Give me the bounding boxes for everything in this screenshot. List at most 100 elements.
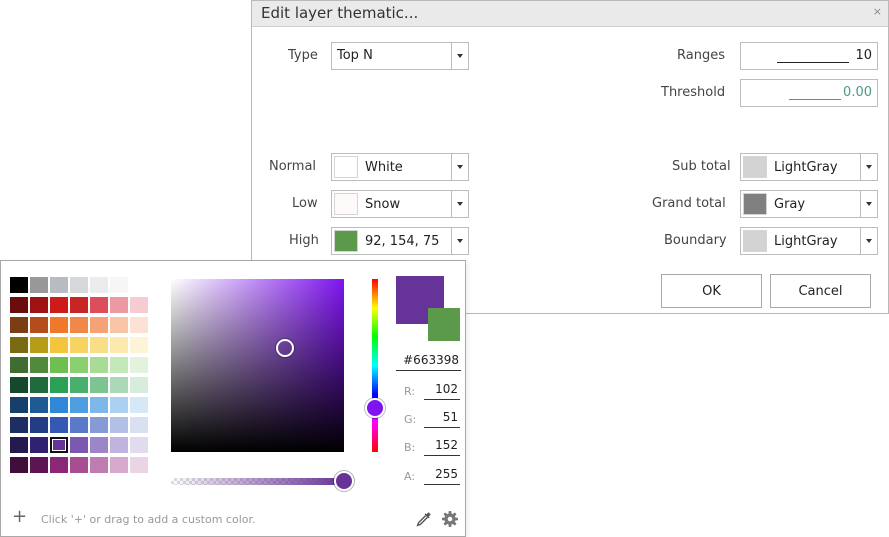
hue-slider-track[interactable] (372, 279, 378, 452)
palette-swatch[interactable] (10, 377, 28, 393)
palette-swatch[interactable] (30, 297, 48, 313)
palette-swatch[interactable] (70, 457, 88, 473)
palette-swatch[interactable] (50, 337, 68, 353)
palette-swatch[interactable] (110, 397, 128, 413)
palette-swatch[interactable] (30, 417, 48, 433)
palette-swatch[interactable] (30, 397, 48, 413)
chevron-down-icon[interactable] (451, 191, 468, 217)
palette-swatch[interactable] (90, 357, 108, 373)
chevron-down-icon[interactable] (860, 228, 877, 254)
palette-swatch[interactable] (110, 357, 128, 373)
palette-swatch[interactable] (90, 297, 108, 313)
palette-swatch[interactable] (110, 377, 128, 393)
high-color-dropdown[interactable]: 92, 154, 75 (331, 227, 469, 255)
chevron-down-icon[interactable] (451, 43, 468, 69)
palette-swatch[interactable] (30, 277, 48, 293)
saturation-value-handle[interactable] (276, 339, 294, 357)
palette-swatch[interactable] (30, 317, 48, 333)
alpha-slider-handle[interactable] (334, 471, 354, 491)
palette-swatch[interactable] (70, 377, 88, 393)
alpha-slider-track[interactable] (171, 478, 344, 485)
palette-swatch[interactable] (10, 437, 28, 453)
blue-input[interactable]: 152 (424, 438, 460, 456)
palette-swatch[interactable] (70, 297, 88, 313)
palette-swatch[interactable] (110, 417, 128, 433)
palette-swatch[interactable] (10, 357, 28, 373)
chevron-down-icon[interactable] (860, 154, 877, 180)
palette-swatch[interactable] (30, 357, 48, 373)
palette-swatch[interactable] (90, 277, 108, 293)
palette-swatch[interactable] (30, 377, 48, 393)
palette-swatch[interactable] (50, 417, 68, 433)
palette-swatch[interactable] (110, 317, 128, 333)
palette-swatch[interactable] (30, 437, 48, 453)
add-custom-color-button[interactable]: + (12, 508, 27, 526)
grandtotal-color-dropdown[interactable]: Gray (740, 190, 878, 218)
hue-slider-handle[interactable] (365, 398, 385, 418)
palette-swatch[interactable] (10, 317, 28, 333)
hex-input[interactable]: #663398 (396, 351, 461, 371)
ranges-input[interactable]: 10 (740, 42, 878, 70)
palette-swatch[interactable] (110, 337, 128, 353)
threshold-input[interactable]: 0.00 (740, 79, 878, 107)
saturation-value-area[interactable] (171, 279, 344, 452)
low-color-dropdown[interactable]: Snow (331, 190, 469, 218)
palette-swatch[interactable] (130, 457, 148, 473)
palette-swatch[interactable] (130, 357, 148, 373)
palette-swatch[interactable] (10, 457, 28, 473)
normal-color-dropdown[interactable]: White (331, 153, 469, 181)
palette-swatch[interactable] (70, 417, 88, 433)
palette-swatch[interactable] (90, 397, 108, 413)
palette-swatch[interactable] (110, 277, 128, 293)
green-input[interactable]: 51 (424, 410, 460, 428)
palette-swatch[interactable] (130, 277, 148, 293)
subtotal-color-dropdown[interactable]: LightGray (740, 153, 878, 181)
palette-swatch[interactable] (130, 397, 148, 413)
palette-swatch[interactable] (130, 297, 148, 313)
dialog-titlebar[interactable]: Edit layer thematic... × (252, 1, 888, 27)
ok-button[interactable]: OK (661, 274, 762, 308)
palette-swatch[interactable] (110, 297, 128, 313)
red-input[interactable]: 102 (424, 382, 460, 400)
gear-icon[interactable] (441, 510, 459, 528)
palette-swatch[interactable] (90, 377, 108, 393)
cancel-button[interactable]: Cancel (770, 274, 871, 308)
boundary-color-dropdown[interactable]: LightGray (740, 227, 878, 255)
palette-swatch[interactable] (50, 277, 68, 293)
palette-swatch[interactable] (50, 437, 68, 453)
chevron-down-icon[interactable] (451, 228, 468, 254)
palette-swatch[interactable] (130, 317, 148, 333)
palette-swatch[interactable] (10, 297, 28, 313)
palette-swatch[interactable] (130, 437, 148, 453)
palette-swatch[interactable] (10, 337, 28, 353)
palette-swatch[interactable] (90, 457, 108, 473)
palette-swatch[interactable] (70, 317, 88, 333)
type-dropdown[interactable]: Top N (331, 42, 469, 70)
palette-swatch[interactable] (130, 417, 148, 433)
palette-swatch[interactable] (50, 357, 68, 373)
palette-swatch[interactable] (110, 437, 128, 453)
palette-swatch[interactable] (90, 417, 108, 433)
palette-swatch[interactable] (10, 397, 28, 413)
palette-swatch[interactable] (90, 437, 108, 453)
eyedropper-icon[interactable] (415, 510, 433, 528)
palette-swatch[interactable] (70, 357, 88, 373)
palette-swatch[interactable] (70, 437, 88, 453)
palette-swatch[interactable] (50, 457, 68, 473)
palette-swatch[interactable] (110, 457, 128, 473)
palette-swatch[interactable] (30, 457, 48, 473)
palette-swatch[interactable] (70, 337, 88, 353)
palette-swatch[interactable] (50, 377, 68, 393)
chevron-down-icon[interactable] (860, 191, 877, 217)
palette-swatch[interactable] (10, 417, 28, 433)
palette-swatch[interactable] (10, 277, 28, 293)
palette-swatch[interactable] (90, 317, 108, 333)
palette-swatch[interactable] (50, 317, 68, 333)
palette-swatch[interactable] (70, 397, 88, 413)
palette-swatch[interactable] (130, 337, 148, 353)
close-icon[interactable]: × (873, 5, 882, 18)
chevron-down-icon[interactable] (451, 154, 468, 180)
palette-swatch[interactable] (50, 297, 68, 313)
palette-swatch[interactable] (70, 277, 88, 293)
alpha-input[interactable]: 255 (424, 467, 460, 485)
